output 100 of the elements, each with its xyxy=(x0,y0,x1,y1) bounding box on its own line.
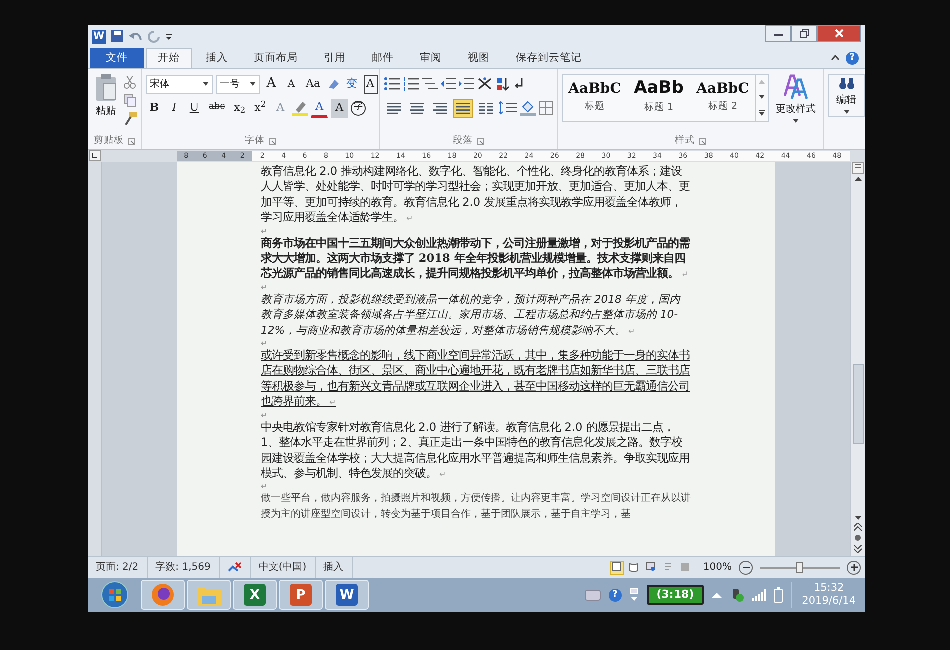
change-styles-button[interactable]: 更改样式 xyxy=(773,72,819,134)
status-text[interactable]: 字数: 1,569 xyxy=(156,560,211,575)
taskbar-button[interactable]: X xyxy=(233,580,277,610)
start-orb-icon[interactable] xyxy=(101,581,129,609)
help-icon[interactable]: ? xyxy=(608,588,622,602)
full-screen-reading-button[interactable] xyxy=(627,560,642,574)
font-color-button[interactable]: A xyxy=(311,98,328,118)
next-page-icon[interactable] xyxy=(854,545,862,553)
customize-caret-icon[interactable] xyxy=(165,32,173,42)
ribbon-tab[interactable]: 视图 xyxy=(456,48,502,68)
undo-icon[interactable] xyxy=(129,30,143,42)
increase-indent-icon[interactable] xyxy=(459,77,474,91)
view-icon xyxy=(646,562,656,573)
zoom-slider-thumb[interactable] xyxy=(796,562,804,572)
dropdown-caret-icon xyxy=(250,82,256,86)
view-icon xyxy=(680,562,690,573)
help-button[interactable]: ? xyxy=(846,52,859,64)
show-marks-icon[interactable] xyxy=(513,77,525,91)
taskbar-button[interactable] xyxy=(141,580,185,610)
font-size-field[interactable]: 一号 xyxy=(216,74,260,94)
previous-page-icon[interactable] xyxy=(854,523,862,531)
binoculars-icon xyxy=(838,77,854,91)
chinese-layout-icon[interactable] xyxy=(477,77,493,91)
collapse-ribbon-icon[interactable] xyxy=(831,55,840,61)
phonetic-guide-button[interactable]: 变 xyxy=(344,74,361,94)
dialog-launcher-icon[interactable] xyxy=(477,138,484,145)
status-text[interactable]: 页面: 2/2 xyxy=(96,560,139,575)
status-text[interactable]: 中文(中国) xyxy=(258,560,307,575)
multilevel-list-icon[interactable] xyxy=(422,77,438,91)
print-layout-button[interactable] xyxy=(610,560,624,574)
ribbon-tab[interactable]: 开始 xyxy=(146,48,192,68)
copy-icon[interactable] xyxy=(124,94,136,107)
line-spacing-icon[interactable] xyxy=(499,101,517,115)
zoom-level[interactable]: 100% xyxy=(703,560,732,575)
scroll-down-icon[interactable] xyxy=(854,516,862,520)
dialog-launcher-icon[interactable] xyxy=(128,138,135,145)
character-border-button[interactable]: A xyxy=(364,74,378,94)
dialog-launcher-icon[interactable] xyxy=(699,138,706,145)
grow-font-button[interactable]: A xyxy=(263,74,280,94)
character-shading-button[interactable]: A xyxy=(331,98,348,118)
file-tab[interactable]: 文件 xyxy=(90,48,144,68)
save-icon[interactable] xyxy=(111,30,124,43)
ribbon-tab[interactable]: 保存到云笔记 xyxy=(504,48,594,68)
tab-selector-icon[interactable] xyxy=(89,150,101,161)
close-icon xyxy=(834,29,844,38)
change-case-button[interactable]: Aa xyxy=(303,74,324,94)
clear-format-icon[interactable] xyxy=(326,77,341,91)
ruler-toggle-icon[interactable] xyxy=(852,162,864,174)
scroll-up-icon[interactable] xyxy=(854,177,862,181)
subscript-button[interactable]: x$_{2}$ xyxy=(231,98,249,118)
scroll-down-icon[interactable] xyxy=(759,94,765,99)
browse-object-icon[interactable] xyxy=(854,534,862,542)
status-text[interactable]: 插入 xyxy=(324,560,344,575)
superscript-button[interactable]: x$^{2}$ xyxy=(252,98,270,118)
scissors-icon[interactable] xyxy=(124,76,136,89)
align-button[interactable] xyxy=(453,98,473,118)
zoom-in-button[interactable] xyxy=(847,560,861,574)
editing-button[interactable]: 编辑 xyxy=(828,74,865,117)
group-label: 样式 xyxy=(675,134,695,148)
ribbon-tab[interactable]: 引用 xyxy=(312,48,358,68)
taskbar-button[interactable]: W xyxy=(325,580,369,610)
decrease-indent-icon[interactable] xyxy=(441,77,456,91)
highlighter-icon[interactable] xyxy=(292,100,308,116)
enclosed-character-button[interactable]: 字 xyxy=(351,100,366,116)
align-lines-icon xyxy=(479,102,493,114)
close-button[interactable] xyxy=(817,25,861,42)
sort-icon[interactable] xyxy=(496,77,510,91)
document-paragraph: 中央电教馆专家针对教育信息化 2.0 进行了解读。教育信息化 2.0 的愿景提出二点，1、整体水平走在世界前列；2、真正走出一条中国特色的教育信息化发展之路。数字校园建设覆盖全体学校；大大提高信息化应用水平普遍提高和师生信息素养。争取实现应用模式、参与机制、特色发展的突破。 ↵ xyxy=(261,420,691,482)
style-gallery-item[interactable]: AaBbC 标题 xyxy=(563,75,627,121)
zoom-out-button[interactable] xyxy=(739,560,753,574)
paste-button[interactable]: 粘贴 xyxy=(92,72,120,134)
borders-icon[interactable] xyxy=(539,101,553,115)
font-name-field[interactable]: 宋体 xyxy=(146,74,213,94)
bold-button[interactable]: B xyxy=(146,98,163,118)
more-styles-icon[interactable] xyxy=(759,110,765,116)
battery-time: (3:18) xyxy=(646,584,704,606)
paintbrush-icon[interactable] xyxy=(124,112,137,125)
taskbar-button[interactable]: P xyxy=(279,580,323,610)
shading-bucket-icon[interactable] xyxy=(520,100,536,116)
ribbon-tab[interactable]: 插入 xyxy=(194,48,240,68)
bullet-list-icon[interactable] xyxy=(384,77,400,91)
strikethrough-button[interactable]: abc xyxy=(206,98,228,118)
ribbon-tab[interactable]: 邮件 xyxy=(360,48,406,68)
style-gallery-item[interactable]: AaBb 标题 1 xyxy=(627,75,691,121)
power-plug-icon[interactable] xyxy=(730,587,744,603)
italic-button[interactable]: I xyxy=(166,98,183,118)
underline-button[interactable]: U xyxy=(186,98,203,118)
view-icon xyxy=(663,562,674,573)
dialog-launcher-icon[interactable] xyxy=(269,138,276,145)
numbered-list-icon[interactable] xyxy=(403,77,419,91)
ribbon-tab[interactable]: 页面布局 xyxy=(242,48,310,68)
minimize-button[interactable] xyxy=(765,25,791,42)
powerpoint-icon: P xyxy=(290,584,312,606)
shrink-font-button[interactable]: A xyxy=(283,74,300,94)
proofing-icon[interactable] xyxy=(228,562,242,574)
style-gallery-item[interactable]: AaBbC 标题 2 xyxy=(691,75,755,121)
restore-button[interactable] xyxy=(791,25,817,42)
scrollbar-thumb[interactable] xyxy=(852,364,864,444)
ribbon-tab[interactable]: 审阅 xyxy=(408,48,454,68)
document-paragraph: 或许受到新零售概念的影响，线下商业空间异常活跃，其中，集多种功能于一身的实体书店在购物综合体、街区、景区、商业中心遍地开花，既有老牌书店如新华书店、三联书店等积极参与，也有新兴文青品牌或互联网企业进入，甚至中国移动这样的巨无霸通信公司也跨界前来。 ↵ xyxy=(261,348,691,410)
